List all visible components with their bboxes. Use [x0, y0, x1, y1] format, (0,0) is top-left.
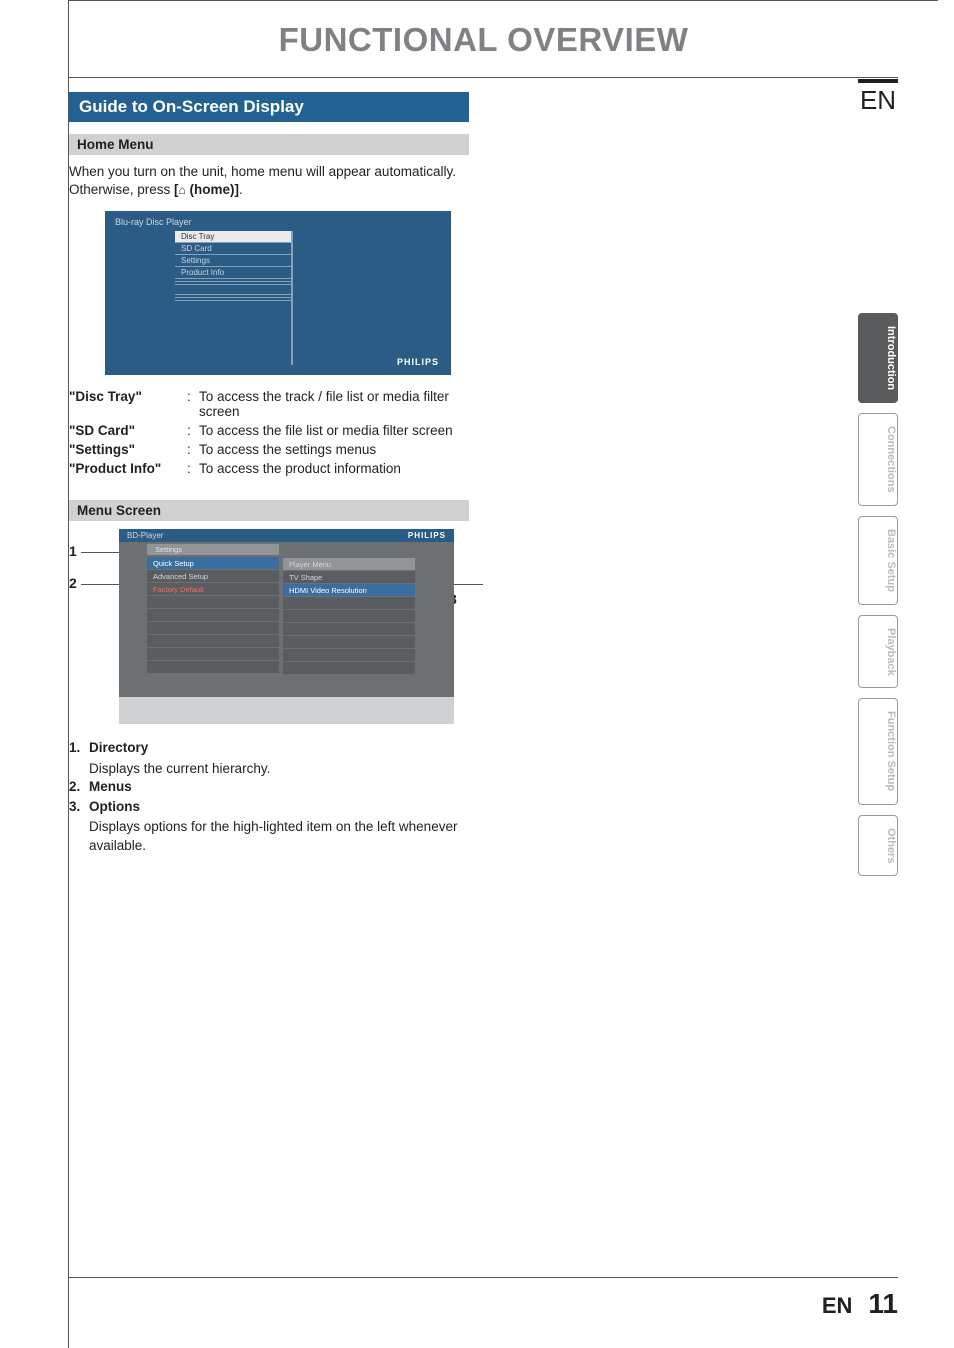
def-term: "Disc Tray" — [69, 389, 187, 419]
menuscr-empty — [283, 623, 415, 636]
def-desc: To access the file list or media filter … — [199, 423, 469, 438]
numbered-list: 1. Directory Displays the current hierar… — [69, 739, 469, 854]
callout-3: 3 — [449, 575, 489, 607]
menuscr-empty — [147, 661, 279, 674]
definition-row: "SD Card" : To access the file list or m… — [69, 423, 469, 438]
tab-playback[interactable]: Playback — [858, 615, 898, 689]
tab-basic-setup[interactable]: Basic Setup — [858, 516, 898, 605]
definition-row: "Disc Tray" : To access the track / file… — [69, 389, 469, 419]
def-colon: : — [187, 389, 199, 419]
osd-home-menu-figure: Blu-ray Disc Player Disc Tray SD Card Se… — [105, 211, 451, 375]
menuscr-empty — [147, 609, 279, 622]
footer-page-number: 11 — [868, 1288, 898, 1320]
list-number: 3. — [69, 798, 89, 816]
list-desc: Displays options for the high-lighted it… — [89, 818, 469, 854]
osd-item-empty — [175, 298, 291, 301]
divider — [69, 77, 898, 78]
page-title: FUNCTIONAL OVERVIEW — [69, 21, 898, 59]
def-colon: : — [187, 442, 199, 457]
callout-line — [81, 584, 119, 585]
def-desc: To access the settings menus — [199, 442, 469, 457]
menu-screen-figure: 1 2 3 BD-Player PHILIPS Settings Quick S… — [69, 529, 489, 729]
menuscr-breadcrumb: Settings — [147, 544, 279, 555]
menuscr-empty — [283, 662, 415, 675]
tab-connections[interactable]: Connections — [858, 413, 898, 506]
menuscr-empty — [283, 610, 415, 623]
tab-function-setup[interactable]: Function Setup — [858, 698, 898, 804]
def-desc: To access the track / file list or media… — [199, 389, 469, 419]
menuscr-right-item: TV Shape — [283, 571, 415, 584]
text: (home)] — [186, 182, 239, 197]
osd-item-empty — [175, 285, 291, 295]
callout-2: 2 — [69, 575, 123, 591]
menuscr-empty — [147, 596, 279, 609]
list-item: 1. Directory — [69, 739, 469, 757]
list-heading: Options — [89, 799, 140, 814]
def-term: "SD Card" — [69, 423, 187, 438]
osd-item: Settings — [175, 255, 291, 267]
callout-1: 1 — [69, 543, 123, 559]
page-footer: EN 11 — [822, 1288, 898, 1320]
osd-divider — [291, 231, 293, 365]
definition-row: "Product Info" : To access the product i… — [69, 461, 469, 476]
home-intro-text: When you turn on the unit, home menu wil… — [69, 163, 469, 199]
section-heading: Guide to On-Screen Display — [69, 92, 469, 122]
menuscr-empty — [147, 648, 279, 661]
menuscr-empty — [147, 622, 279, 635]
def-colon: : — [187, 461, 199, 476]
philips-brand: PHILIPS — [408, 531, 446, 540]
footer-divider — [69, 1277, 898, 1278]
tab-others[interactable]: Others — [858, 815, 898, 876]
list-heading: Menus — [89, 779, 132, 794]
menuscr-title: BD-Player — [127, 531, 163, 540]
home-icon: ⌂ — [179, 183, 186, 197]
side-tabs: Introduction Connections Basic Setup Pla… — [858, 313, 898, 876]
text: . — [239, 182, 243, 197]
list-desc: Displays the current hierarchy. — [89, 760, 469, 778]
menuscr-left-item: Advanced Setup — [147, 570, 279, 583]
osd-item: SD Card — [175, 243, 291, 255]
language-tag: EN — [858, 79, 898, 116]
osd-item: Product Info — [175, 267, 291, 279]
callout-number: 2 — [69, 575, 77, 591]
philips-brand: PHILIPS — [397, 357, 439, 367]
menuscr-empty — [147, 635, 279, 648]
def-term: "Product Info" — [69, 461, 187, 476]
callout-line — [453, 584, 483, 585]
list-heading: Directory — [89, 740, 148, 755]
menuscr-right-item: Player Menu — [283, 558, 415, 571]
menuscr-left-item: Factory Default — [147, 583, 279, 596]
definition-list: "Disc Tray" : To access the track / file… — [69, 389, 469, 476]
definition-row: "Settings" : To access the settings menu… — [69, 442, 469, 457]
callout-line — [81, 552, 119, 553]
menuscr-empty — [283, 649, 415, 662]
def-desc: To access the product information — [199, 461, 469, 476]
footer-lang: EN — [822, 1293, 853, 1319]
menuscr-left-item: Quick Setup — [147, 557, 279, 570]
list-item: 3. Options — [69, 798, 469, 816]
list-item: 2. Menus — [69, 778, 469, 796]
text: When you turn on the unit, home menu wil… — [69, 164, 456, 197]
menuscr-right-item: HDMI Video Resolution — [283, 584, 415, 597]
osd-title: Blu-ray Disc Player — [115, 217, 192, 227]
osd-item: Disc Tray — [175, 231, 291, 243]
menuscr-empty — [283, 636, 415, 649]
callout-number: 1 — [69, 543, 77, 559]
def-colon: : — [187, 423, 199, 438]
menuscr-empty — [283, 597, 415, 610]
subheading-menu-screen: Menu Screen — [69, 500, 469, 521]
tab-introduction[interactable]: Introduction — [858, 313, 898, 403]
list-number: 1. — [69, 739, 89, 757]
list-number: 2. — [69, 778, 89, 796]
subheading-home-menu: Home Menu — [69, 134, 469, 155]
def-term: "Settings" — [69, 442, 187, 457]
